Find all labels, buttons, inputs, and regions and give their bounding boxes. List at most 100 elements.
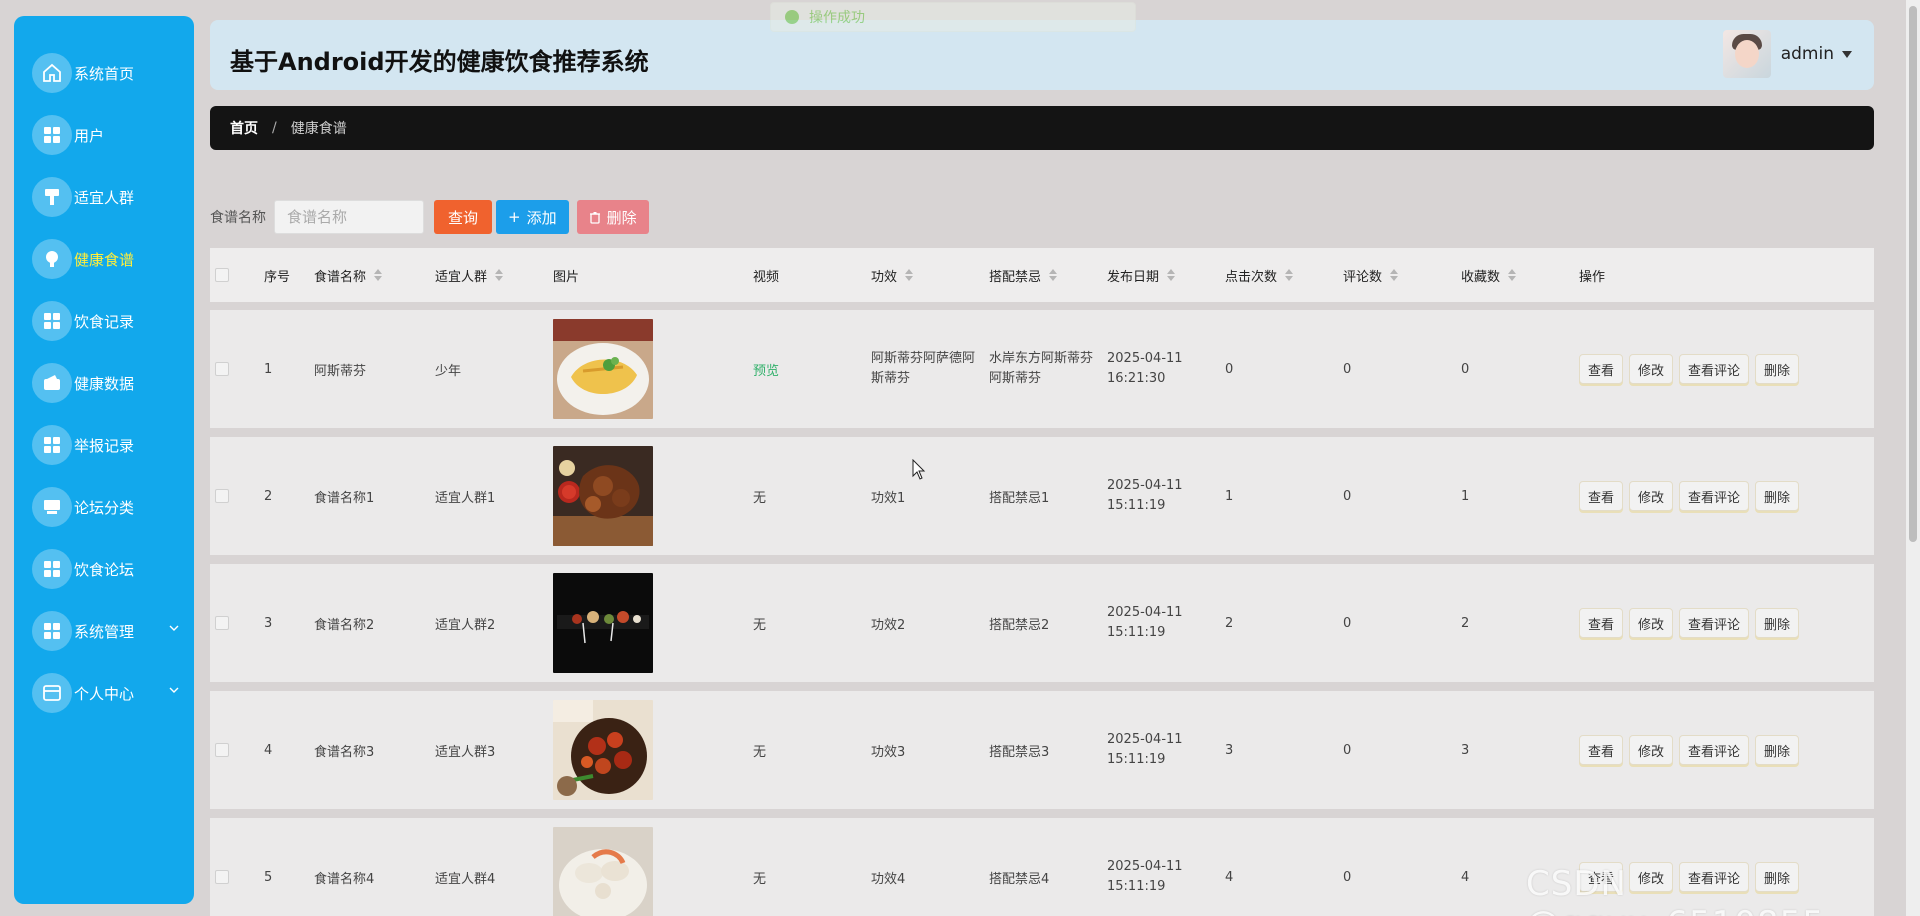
recipe-image[interactable] [553, 700, 653, 800]
recipe-image[interactable] [553, 573, 653, 673]
breadcrumb-separator: / [272, 120, 277, 136]
header-name[interactable]: 食谱名称 [314, 266, 383, 285]
row-delete-button[interactable]: 删除 [1755, 608, 1800, 638]
header-crowd[interactable]: 适宜人群 [435, 266, 504, 285]
view-comments-button[interactable]: 查看评论 [1679, 735, 1750, 765]
header-clicks[interactable]: 点击次数 [1225, 266, 1294, 285]
sidebar-item-health-data[interactable]: 健康数据 [14, 352, 194, 414]
row-checkbox[interactable] [215, 362, 229, 376]
cell-image [553, 564, 653, 682]
delete-button[interactable]: 删除 [576, 200, 649, 234]
view-button[interactable]: 查看 [1579, 735, 1624, 765]
header-comments-label: 评论数 [1343, 269, 1383, 285]
sidebar-item-users[interactable]: 用户 [14, 104, 194, 166]
header-favorites[interactable]: 收藏数 [1461, 266, 1517, 285]
view-comments-button[interactable]: 查看评论 [1679, 608, 1750, 638]
sort-icon[interactable] [1508, 269, 1517, 281]
cell-index: 5 [264, 869, 273, 885]
sort-icon[interactable] [1390, 269, 1399, 281]
sidebar-item-forum[interactable]: 饮食论坛 [14, 538, 194, 600]
view-button[interactable]: 查看 [1579, 354, 1624, 384]
sidebar-item-system[interactable]: 系统管理 [14, 600, 194, 662]
sidebar-item-profile[interactable]: 个人中心 [14, 662, 194, 724]
trash-icon [589, 211, 600, 224]
edit-button[interactable]: 修改 [1629, 608, 1674, 638]
wallet-icon [32, 363, 72, 403]
recipe-image[interactable] [553, 827, 653, 916]
scrollbar-thumb[interactable] [1909, 6, 1917, 542]
sidebar-item-crowd[interactable]: 适宜人群 [14, 166, 194, 228]
cell-taboo: 水岸东方阿斯蒂芬阿斯蒂芬 [989, 310, 1101, 428]
sort-icon[interactable] [374, 269, 383, 281]
row-delete-button[interactable]: 删除 [1755, 354, 1800, 384]
cell-date: 2025-04-11 15:11:19 [1107, 818, 1219, 916]
sort-icon[interactable] [1285, 269, 1294, 281]
cell-crowd: 适宜人群4 [435, 871, 496, 887]
page-scrollbar[interactable] [1906, 0, 1920, 916]
username[interactable]: admin [1781, 44, 1834, 64]
view-comments-button[interactable]: 查看评论 [1679, 481, 1750, 511]
watermark: CSDN @qqvx_6510855 [1526, 864, 1824, 916]
grid-icon [32, 549, 72, 589]
sidebar-item-reports[interactable]: 举报记录 [14, 414, 194, 476]
edit-button[interactable]: 修改 [1629, 354, 1674, 384]
avatar[interactable] [1722, 30, 1771, 78]
header-effect[interactable]: 功效 [871, 266, 914, 285]
sidebar-item-forum-categories[interactable]: 论坛分类 [14, 476, 194, 538]
header-date[interactable]: 发布日期 [1107, 266, 1176, 285]
row-checkbox[interactable] [215, 743, 229, 757]
row-delete-button[interactable]: 删除 [1755, 481, 1800, 511]
select-all-checkbox[interactable] [215, 268, 229, 282]
search-input[interactable] [274, 200, 424, 234]
add-button[interactable]: + 添加 [496, 200, 569, 234]
row-checkbox[interactable] [215, 616, 229, 630]
toast-text: 操作成功 [809, 10, 865, 26]
view-button[interactable]: 查看 [1579, 481, 1624, 511]
user-menu[interactable]: admin [1722, 30, 1852, 78]
row-checkbox[interactable] [215, 489, 229, 503]
sort-icon[interactable] [1167, 269, 1176, 281]
cell-image [553, 310, 653, 428]
sidebar-item-recipes[interactable]: 健康食谱 [14, 228, 194, 290]
row-delete-button[interactable]: 删除 [1755, 735, 1800, 765]
cell-favorites: 0 [1461, 361, 1470, 377]
cell-date: 2025-04-11 15:11:19 [1107, 564, 1219, 682]
sidebar-item-home[interactable]: 系统首页 [14, 42, 194, 104]
cell-video: 预览 [753, 310, 779, 428]
row-checkbox[interactable] [215, 870, 229, 884]
edit-button[interactable]: 修改 [1629, 481, 1674, 511]
sidebar-item-label: 系统管理 [74, 622, 135, 641]
header-index: 序号 [264, 266, 290, 285]
video-preview-link[interactable]: 预览 [753, 360, 779, 379]
recipe-image[interactable] [553, 319, 653, 419]
cell-video: 无 [753, 871, 767, 887]
sidebar-item-diet-records[interactable]: 饮食记录 [14, 290, 194, 352]
header-video: 视频 [753, 266, 779, 285]
cell-clicks: 3 [1225, 742, 1234, 758]
cell-favorites: 3 [1461, 742, 1470, 758]
header-comments[interactable]: 评论数 [1343, 266, 1399, 285]
cell-index: 4 [264, 742, 273, 758]
table-row: 4 食谱名称3 适宜人群3 无 功效3 搭配禁忌3 2025-04-11 15:… [210, 691, 1874, 809]
row-select-cell [215, 437, 229, 555]
recipe-image[interactable] [553, 446, 653, 546]
caret-down-icon[interactable] [1842, 50, 1852, 58]
header-favorites-label: 收藏数 [1461, 269, 1501, 285]
table-row: 1 阿斯蒂芬 少年 预览 阿斯蒂芬阿萨德阿斯蒂芬 水岸东方阿斯蒂芬阿斯蒂芬 20… [210, 310, 1874, 428]
sidebar-item-label: 论坛分类 [74, 498, 135, 517]
grid-icon [32, 425, 72, 465]
sort-icon[interactable] [495, 269, 504, 281]
view-button[interactable]: 查看 [1579, 608, 1624, 638]
sort-icon[interactable] [905, 269, 914, 281]
edit-button[interactable]: 修改 [1629, 735, 1674, 765]
view-comments-button[interactable]: 查看评论 [1679, 354, 1750, 384]
sort-icon[interactable] [1049, 269, 1058, 281]
monitor-icon [32, 487, 72, 527]
sidebar-item-label: 个人中心 [74, 684, 135, 703]
cell-image [553, 691, 653, 809]
breadcrumb-home[interactable]: 首页 [230, 118, 258, 138]
header-taboo[interactable]: 搭配禁忌 [989, 266, 1058, 285]
cell-crowd: 少年 [435, 363, 462, 379]
query-button[interactable]: 查询 [434, 200, 493, 234]
cell-crowd: 适宜人群3 [435, 744, 496, 760]
